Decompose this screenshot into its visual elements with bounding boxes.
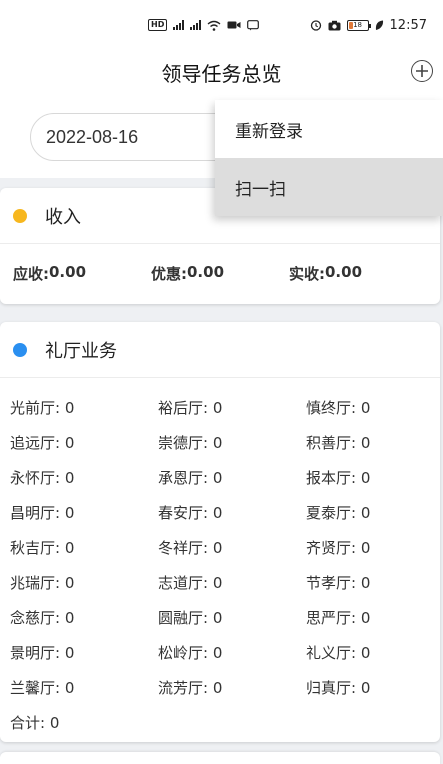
hall-card-header: 礼厅业务 [0,322,440,378]
wifi-icon [207,20,221,31]
app-header: 领导任务总览 [0,50,443,94]
hall-item: 念慈厅: 0 [10,609,75,627]
hall-item: 夏泰厅: 0 [306,504,371,522]
signal-icon-2 [190,20,202,30]
status-bar: HD 18 12:57 [0,0,443,50]
hall-item: 节孝厅: 0 [306,574,371,592]
hall-item: 兰馨厅: 0 [10,679,75,697]
discount-value: 0.00 [187,262,225,281]
menu-item-label: 重新登录 [235,121,303,142]
income-title: 收入 [45,206,81,228]
signal-icon [173,20,185,30]
hall-item: 追远厅: 0 [10,434,75,452]
status-right: 18 12:57 [310,18,427,33]
hall-item: 报本厅: 0 [306,469,371,487]
leaf-icon [375,20,383,30]
hall-item: 永怀厅: 0 [10,469,75,487]
alarm-icon [310,20,321,31]
menu-item-label: 扫一扫 [235,179,286,200]
discount-label: 优惠: [151,264,187,283]
plus-icon [416,65,428,77]
hall-item: 冬祥厅: 0 [158,539,223,557]
hall-item: 兆瑞厅: 0 [10,574,75,592]
menu-item-relogin[interactable]: 重新登录 [215,100,443,158]
next-card-edge [0,752,440,764]
income-row: 应收: 0.00 优惠: 0.00 实收: 0.00 [0,244,440,302]
battery-level: 18 [353,20,362,29]
hall-card: 礼厅业务 光前厅: 0 裕后厅: 0 慎终厅: 0 追远厅: 0 崇德厅: 0 … [0,322,440,742]
date-value: 2022-08-16 [46,126,139,147]
received-value: 0.00 [325,262,363,281]
menu-item-scan[interactable]: 扫一扫 [215,158,443,216]
received-label: 实收: [289,264,325,283]
message-icon [247,19,260,30]
receivable-label: 应收: [13,264,49,283]
hall-item: 承恩厅: 0 [158,469,223,487]
hall-item: 圆融厅: 0 [158,609,223,627]
status-time: 12:57 [389,17,427,33]
video-icon [227,21,241,29]
hall-total: 合计: 0 [10,714,60,732]
page-title: 领导任务总览 [161,61,282,86]
hall-title: 礼厅业务 [45,340,117,362]
hall-item: 春安厅: 0 [158,504,223,522]
receivable: 应收: 0.00 [13,263,151,284]
hall-item: 齐贤厅: 0 [306,539,371,557]
hall-item: 松岭厅: 0 [158,644,223,662]
hall-grid: 光前厅: 0 裕后厅: 0 慎终厅: 0 追远厅: 0 崇德厅: 0 积善厅: … [0,378,440,705]
discount: 优惠: 0.00 [151,263,289,284]
hd-badge: HD [148,19,168,31]
status-left: HD [148,19,260,31]
hall-item: 昌明厅: 0 [10,504,75,522]
hall-item: 流芳厅: 0 [158,679,223,697]
hall-item: 崇德厅: 0 [158,434,223,452]
receivable-value: 0.00 [49,262,87,281]
hall-item: 积善厅: 0 [306,434,371,452]
hall-dot-icon [13,342,27,357]
hall-item: 景明厅: 0 [10,644,75,662]
hall-item: 光前厅: 0 [10,399,75,417]
camera-icon [328,20,341,30]
income-dot-icon [13,208,27,223]
hall-item: 礼义厅: 0 [306,644,371,662]
hall-item: 慎终厅: 0 [306,399,371,417]
hall-item: 志道厅: 0 [158,574,223,592]
hall-item: 秋吉厅: 0 [10,539,75,557]
add-button[interactable] [411,60,433,82]
battery-icon: 18 [346,19,371,31]
hall-item: 裕后厅: 0 [158,399,223,417]
received: 实收: 0.00 [289,263,362,284]
popup-menu: 重新登录 扫一扫 [215,100,443,216]
hall-item: 归真厅: 0 [306,679,371,697]
hall-item: 思严厅: 0 [306,609,371,627]
